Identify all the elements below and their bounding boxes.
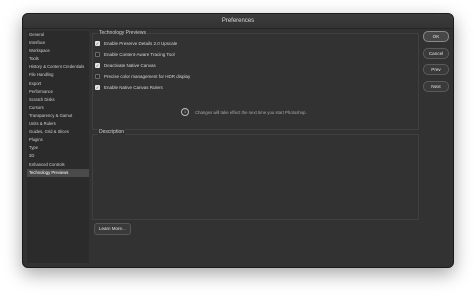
cancel-button[interactable]: Cancel — [423, 47, 449, 59]
check-icon: ✓ — [95, 84, 100, 90]
option-label: Enable Preserve Details 2.0 Upscale — [104, 41, 178, 46]
checkbox-unchecked[interactable] — [95, 52, 100, 57]
next-button[interactable]: Next — [423, 80, 449, 92]
sidebar-item-3d[interactable]: 3D — [27, 152, 89, 160]
option-content-aware-tracing[interactable]: Enable Content-Aware Tracing Tool — [95, 52, 175, 57]
sidebar-item-plugins[interactable]: Plugins — [27, 136, 89, 144]
sidebar-item-technology-previews[interactable]: Technology Previews — [27, 168, 89, 177]
sidebar-item-scratch-disks[interactable]: Scratch Disks — [27, 96, 89, 104]
sidebar-item-type[interactable]: Type — [27, 144, 89, 152]
checkbox-checked[interactable]: ✓ — [95, 41, 100, 46]
sidebar-item-export[interactable]: Export — [27, 80, 89, 88]
sidebar: General Interface Workspace Tools Histor… — [27, 31, 89, 263]
option-label: Precise color management for HDR display — [104, 74, 191, 79]
description-title: Description — [98, 129, 126, 135]
tech-previews-title: Technology Previews — [98, 30, 147, 36]
sidebar-item-transparency[interactable]: Transparency & Gamut — [27, 112, 89, 120]
option-preserve-details[interactable]: ✓ Enable Preserve Details 2.0 Upscale — [95, 41, 177, 46]
sidebar-item-history[interactable]: History & Content Credentials — [27, 63, 89, 71]
preferences-dialog: Preferences General Interface Workspace … — [22, 13, 454, 268]
sidebar-item-guides[interactable]: Guides, Grid & Slices — [27, 128, 89, 136]
restart-notice: i Changes will take effect the next time… — [181, 108, 307, 116]
option-deactivate-native-canvas[interactable]: ✓ Deactivate Native Canvas — [95, 63, 156, 68]
prev-button[interactable]: Prev — [423, 64, 449, 75]
learn-more-button[interactable]: Learn More... — [94, 223, 131, 235]
sidebar-item-performance[interactable]: Performance — [27, 88, 89, 96]
option-label: Enable Content-Aware Tracing Tool — [104, 52, 175, 57]
check-icon: ✓ — [95, 62, 100, 68]
option-label: Deactivate Native Canvas — [104, 63, 156, 68]
info-icon: i — [181, 108, 189, 116]
checkbox-checked[interactable]: ✓ — [95, 63, 100, 68]
content-panel: Technology Previews ✓ Enable Preserve De… — [92, 30, 419, 263]
checkbox-checked[interactable]: ✓ — [95, 85, 100, 90]
option-native-canvas-rulers[interactable]: ✓ Enable Native Canvas Rulers — [95, 85, 163, 90]
sidebar-item-interface[interactable]: Interface — [27, 39, 89, 47]
checkbox-unchecked[interactable] — [95, 74, 100, 79]
sidebar-item-tools[interactable]: Tools — [27, 55, 89, 63]
sidebar-item-workspace[interactable]: Workspace — [27, 47, 89, 55]
dialog-buttons: OK Cancel Prev Next — [423, 31, 449, 97]
sidebar-item-general[interactable]: General — [27, 31, 89, 39]
sidebar-item-enhanced-controls[interactable]: Enhanced Controls — [27, 161, 89, 169]
option-hdr-color-management[interactable]: Precise color management for HDR display — [95, 74, 190, 79]
restart-notice-text: Changes will take effect the next time y… — [195, 109, 307, 115]
sidebar-item-cursors[interactable]: Cursors — [27, 104, 89, 112]
ok-button[interactable]: OK — [423, 31, 449, 42]
window-title: Preferences — [23, 14, 453, 29]
sidebar-item-units-rulers[interactable]: Units & Rulers — [27, 120, 89, 128]
check-icon: ✓ — [95, 40, 100, 46]
option-label: Enable Native Canvas Rulers — [104, 85, 163, 90]
description-group — [92, 134, 419, 220]
sidebar-item-file-handling[interactable]: File Handling — [27, 71, 89, 79]
